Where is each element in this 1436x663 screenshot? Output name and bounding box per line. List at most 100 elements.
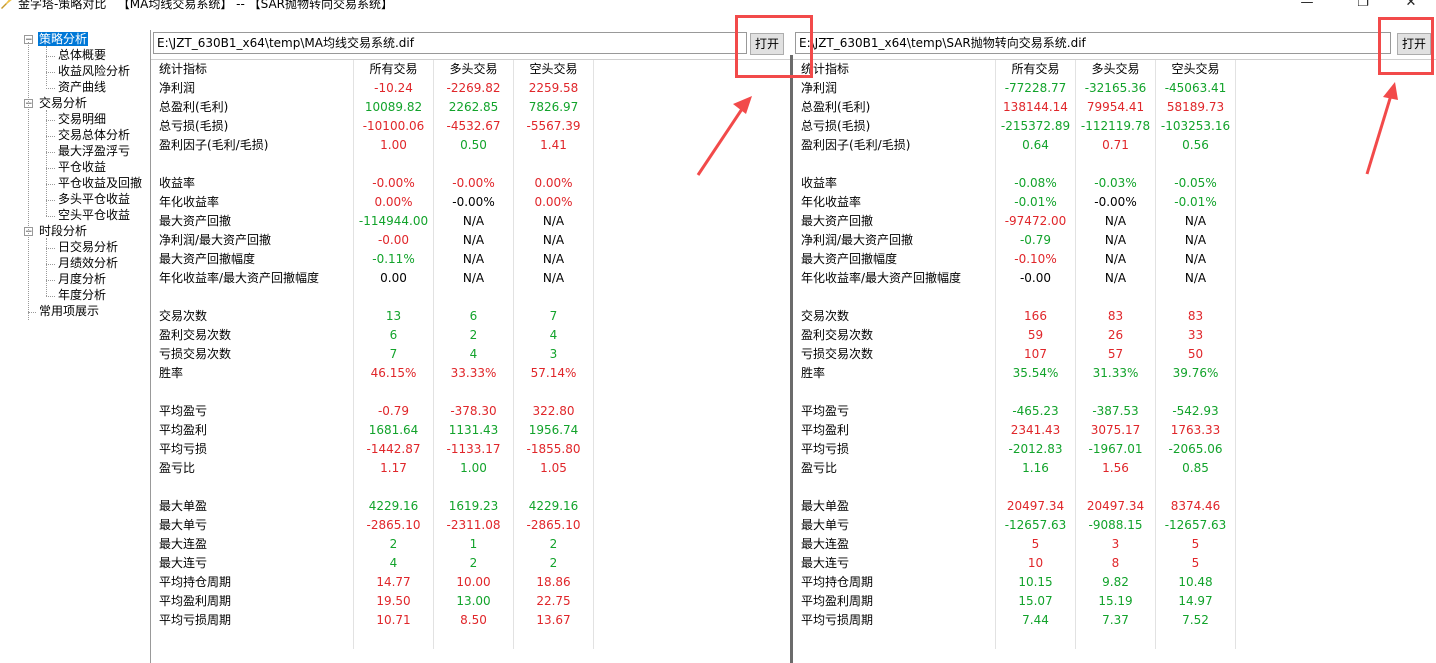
metric-value: -12657.63 <box>1156 516 1236 535</box>
metric-label: 最大资产回撤 <box>793 212 996 231</box>
table-row[interactable]: 平均亏损 -1442.87 -1133.17 -1855.80 <box>151 440 791 459</box>
table-row[interactable] <box>793 288 1436 307</box>
table-row[interactable]: 总亏损(毛损) -215372.89 -112119.78 -103253.16 <box>793 117 1436 136</box>
table-row[interactable]: 收益率 -0.00% -0.00% 0.00% <box>151 174 791 193</box>
minimize-button[interactable]: — <box>1292 0 1322 11</box>
table-row[interactable]: 最大资产回撤幅度 -0.11% N/A N/A <box>151 250 791 269</box>
table-row[interactable]: 最大单盈 4229.16 1619.23 4229.16 <box>151 497 791 516</box>
table-row[interactable]: 最大连盈 5 3 5 <box>793 535 1436 554</box>
table-row[interactable]: 交易次数 166 83 83 <box>793 307 1436 326</box>
table-row[interactable]: 年化收益率/最大资产回撤幅度 0.00 N/A N/A <box>151 269 791 288</box>
table-row[interactable]: 总盈利(毛利) 138144.14 79954.41 58189.73 <box>793 98 1436 117</box>
table-row[interactable]: 平均亏损 -2012.83 -1967.01 -2065.06 <box>793 440 1436 459</box>
tree-item[interactable]: 平仓收益及回撤 <box>57 176 143 191</box>
table-row[interactable]: 净利润/最大资产回撤 -0.00 N/A N/A <box>151 231 791 250</box>
tree-item[interactable]: 收益风险分析 <box>57 64 131 79</box>
table-row[interactable] <box>793 383 1436 402</box>
metric-value: 4229.16 <box>514 497 594 516</box>
table-row[interactable]: 盈利因子(毛利/毛损) 0.64 0.71 0.56 <box>793 136 1436 155</box>
table-row[interactable]: 最大连盈 2 1 2 <box>151 535 791 554</box>
table-row[interactable]: 最大资产回撤幅度 -0.10% N/A N/A <box>793 250 1436 269</box>
table-row[interactable]: 最大连亏 10 8 5 <box>793 554 1436 573</box>
table-row[interactable]: 盈亏比 1.16 1.56 0.85 <box>793 459 1436 478</box>
tree-item[interactable]: 交易分析 <box>38 96 88 111</box>
tree-connector <box>46 72 55 73</box>
tree-item[interactable]: 最大浮盈浮亏 <box>57 144 131 159</box>
tree-item[interactable]: 时段分析 <box>38 224 88 239</box>
tree-item-label: 平仓收益 <box>58 160 107 174</box>
table-row[interactable]: 最大单盈 20497.34 20497.34 8374.46 <box>793 497 1436 516</box>
tree-item[interactable]: 交易明细 <box>57 112 107 127</box>
column-header[interactable]: 所有交易 <box>354 60 434 79</box>
column-header[interactable]: 空头交易 <box>514 60 594 79</box>
table-row[interactable]: 净利润 -77228.77 -32165.36 -45063.41 <box>793 79 1436 98</box>
column-header[interactable]: 统计指标 <box>793 60 996 79</box>
tree-item[interactable]: 年度分析 <box>57 288 107 303</box>
table-row[interactable]: 交易次数 13 6 7 <box>151 307 791 326</box>
column-header[interactable]: 多头交易 <box>1076 60 1156 79</box>
table-row[interactable]: 亏损交易次数 107 57 50 <box>793 345 1436 364</box>
tree-item[interactable]: 资产曲线 <box>57 80 107 95</box>
file-path-field[interactable]: E:\JZT_630B1_x64\temp\SAR抛物转向交易系统.dif <box>795 32 1391 54</box>
table-row[interactable]: 最大单亏 -12657.63 -9088.15 -12657.63 <box>793 516 1436 535</box>
maximize-button[interactable]: ❐ <box>1348 0 1378 11</box>
table-row[interactable] <box>793 478 1436 497</box>
table-row[interactable]: 年化收益率/最大资产回撤幅度 -0.00 N/A N/A <box>793 269 1436 288</box>
tree-item[interactable]: 多头平仓收益 <box>57 192 131 207</box>
tree-item[interactable]: 交易总体分析 <box>57 128 131 143</box>
tree-item[interactable]: 常用项展示 <box>38 304 100 319</box>
table-row[interactable]: 胜率 46.15% 33.33% 57.14% <box>151 364 791 383</box>
tree-item[interactable]: 月度分析 <box>57 272 107 287</box>
table-row[interactable]: 最大资产回撤 -97472.00 N/A N/A <box>793 212 1436 231</box>
table-row[interactable]: 平均亏损周期 10.71 8.50 13.67 <box>151 611 791 630</box>
tree-item[interactable]: 总体概要 <box>57 48 107 63</box>
tree-item[interactable]: 空头平仓收益 <box>57 208 131 223</box>
table-row[interactable]: 平均持仓周期 14.77 10.00 18.86 <box>151 573 791 592</box>
table-row[interactable] <box>793 630 1436 649</box>
table-row[interactable]: 净利润 -10.24 -2269.82 2259.58 <box>151 79 791 98</box>
table-row[interactable]: 亏损交易次数 7 4 3 <box>151 345 791 364</box>
metric-value: N/A <box>1156 250 1236 269</box>
table-row[interactable]: 年化收益率 -0.01% -0.00% -0.01% <box>793 193 1436 212</box>
tree-item[interactable]: 策略分析 <box>38 32 89 47</box>
table-row[interactable]: 最大连亏 4 2 2 <box>151 554 791 573</box>
table-row[interactable]: 平均盈利 1681.64 1131.43 1956.74 <box>151 421 791 440</box>
table-row[interactable]: 总亏损(毛损) -10100.06 -4532.67 -5567.39 <box>151 117 791 136</box>
table-row[interactable]: 平均亏损周期 7.44 7.37 7.52 <box>793 611 1436 630</box>
table-row[interactable]: 最大资产回撤 -114944.00 N/A N/A <box>151 212 791 231</box>
table-row[interactable]: 平均盈利 2341.43 3075.17 1763.33 <box>793 421 1436 440</box>
close-button[interactable]: ✕ <box>1396 0 1426 11</box>
table-row[interactable]: 盈利因子(毛利/毛损) 1.00 0.50 1.41 <box>151 136 791 155</box>
table-row[interactable]: 总盈利(毛利) 10089.82 2262.85 7826.97 <box>151 98 791 117</box>
table-row[interactable] <box>151 630 791 649</box>
table-row[interactable] <box>793 155 1436 174</box>
table-row[interactable]: 胜率 35.54% 31.33% 39.76% <box>793 364 1436 383</box>
metric-value <box>1076 383 1156 402</box>
table-row[interactable]: 平均盈利周期 19.50 13.00 22.75 <box>151 592 791 611</box>
table-row[interactable]: 平均盈亏 -0.79 -378.30 322.80 <box>151 402 791 421</box>
table-row[interactable]: 净利润/最大资产回撤 -0.79 N/A N/A <box>793 231 1436 250</box>
table-row[interactable] <box>151 383 791 402</box>
table-row[interactable]: 平均盈亏 -465.23 -387.53 -542.93 <box>793 402 1436 421</box>
table-row[interactable]: 盈亏比 1.17 1.00 1.05 <box>151 459 791 478</box>
table-row[interactable]: 最大单亏 -2865.10 -2311.08 -2865.10 <box>151 516 791 535</box>
table-row[interactable] <box>151 155 791 174</box>
table-row[interactable]: 盈利交易次数 6 2 4 <box>151 326 791 345</box>
metric-value <box>354 478 434 497</box>
table-row[interactable]: 盈利交易次数 59 26 33 <box>793 326 1436 345</box>
table-row[interactable] <box>151 288 791 307</box>
table-row[interactable]: 年化收益率 0.00% -0.00% 0.00% <box>151 193 791 212</box>
tree-item[interactable]: 月绩效分析 <box>57 256 119 271</box>
table-row[interactable] <box>151 478 791 497</box>
file-path-field[interactable]: E:\JZT_630B1_x64\temp\MA均线交易系统.dif <box>153 32 747 54</box>
table-row[interactable]: 收益率 -0.08% -0.03% -0.05% <box>793 174 1436 193</box>
table-row[interactable]: 平均持仓周期 10.15 9.82 10.48 <box>793 573 1436 592</box>
column-header[interactable]: 统计指标 <box>151 60 354 79</box>
tree-connector <box>46 46 47 86</box>
tree-item[interactable]: 平仓收益 <box>57 160 107 175</box>
column-header[interactable]: 多头交易 <box>434 60 514 79</box>
tree-item[interactable]: 日交易分析 <box>57 240 119 255</box>
table-row[interactable]: 平均盈利周期 15.07 15.19 14.97 <box>793 592 1436 611</box>
column-header[interactable]: 所有交易 <box>996 60 1076 79</box>
column-header[interactable]: 空头交易 <box>1156 60 1236 79</box>
